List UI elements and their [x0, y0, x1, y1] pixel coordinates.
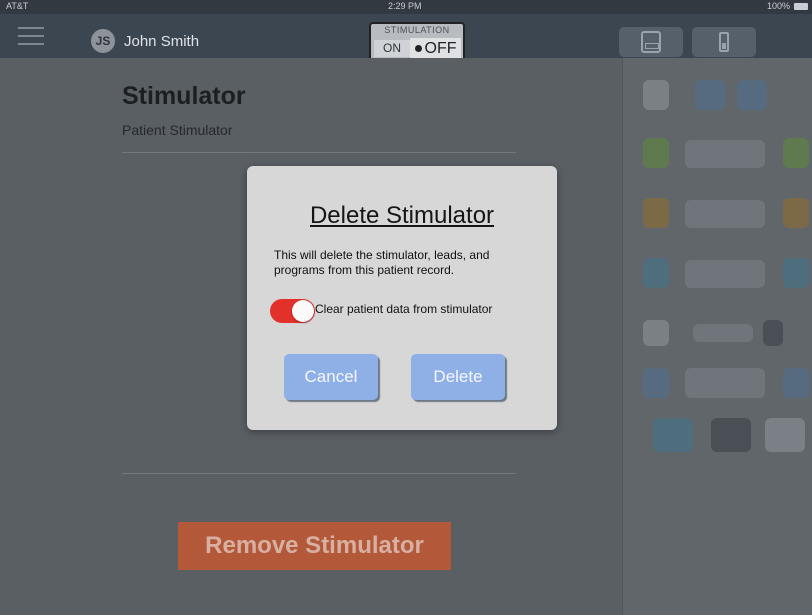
stimulation-toggle-title: STIMULATION	[384, 25, 450, 35]
panel-tile[interactable]	[737, 80, 767, 110]
stimulation-on-option[interactable]: ON	[374, 40, 410, 57]
switch-knob	[292, 300, 314, 322]
clock: 2:29 PM	[388, 1, 422, 11]
right-pane	[622, 58, 812, 615]
divider	[122, 152, 516, 153]
panel-tile[interactable]	[783, 368, 809, 398]
remote-icon	[641, 31, 661, 53]
status-battery-icon	[794, 3, 808, 10]
panel-tile[interactable]	[653, 418, 693, 452]
clear-data-switch[interactable]	[270, 299, 315, 323]
dialog-title: Delete Stimulator	[309, 202, 495, 229]
remote-button[interactable]	[619, 27, 683, 57]
menu-icon[interactable]	[18, 27, 44, 45]
stimulation-off-option[interactable]: OFF	[410, 38, 461, 59]
dialog-message: This will delete the stimulator, leads, …	[274, 248, 490, 277]
panel-tile[interactable]	[693, 324, 753, 342]
panel-tile[interactable]	[643, 198, 669, 228]
avatar[interactable]: JS	[91, 29, 115, 53]
delete-button[interactable]: Delete	[411, 354, 505, 400]
remove-stimulator-button[interactable]: Remove Stimulator	[178, 522, 451, 570]
panel-tile[interactable]	[783, 198, 809, 228]
panel-tile[interactable]	[763, 320, 783, 346]
panel-tile[interactable]	[643, 368, 669, 398]
status-bar: AT&T 2:29 PM 100%	[0, 0, 812, 14]
divider	[122, 473, 516, 474]
selected-dot-icon	[414, 45, 422, 53]
panel-tile[interactable]	[685, 260, 765, 288]
battery-icon	[719, 32, 729, 52]
clear-data-switch-label: Clear patient data from stimulator	[315, 302, 493, 316]
panel-tile[interactable]	[685, 200, 765, 228]
battery-button[interactable]	[692, 27, 756, 57]
panel-tile[interactable]	[643, 80, 669, 110]
panel-tile[interactable]	[765, 418, 805, 452]
user-name[interactable]: John Smith	[124, 33, 199, 50]
nav-bar: JS John Smith STIMULATION ON OFF	[0, 14, 812, 62]
delete-stimulator-dialog: Delete Stimulator This will delete the s…	[247, 166, 557, 430]
panel-tile[interactable]	[643, 138, 669, 168]
stimulation-off-label: OFF	[424, 40, 457, 57]
cancel-button[interactable]: Cancel	[284, 354, 378, 400]
panel-tile[interactable]	[783, 258, 809, 288]
battery-percent: 100%	[766, 1, 790, 11]
panel-tile[interactable]	[643, 320, 669, 346]
panel-tile[interactable]	[685, 368, 765, 398]
panel-tile[interactable]	[643, 258, 669, 288]
stimulation-toggle[interactable]: STIMULATION ON OFF	[369, 22, 465, 62]
panel-tile[interactable]	[685, 140, 765, 168]
panel-tile[interactable]	[783, 138, 809, 168]
page-subtitle: Patient Stimulator	[122, 122, 233, 138]
page-title: Stimulator	[122, 82, 246, 110]
panel-tile[interactable]	[695, 80, 725, 110]
carrier-label: AT&T	[6, 1, 29, 11]
panel-tile[interactable]	[711, 418, 751, 452]
